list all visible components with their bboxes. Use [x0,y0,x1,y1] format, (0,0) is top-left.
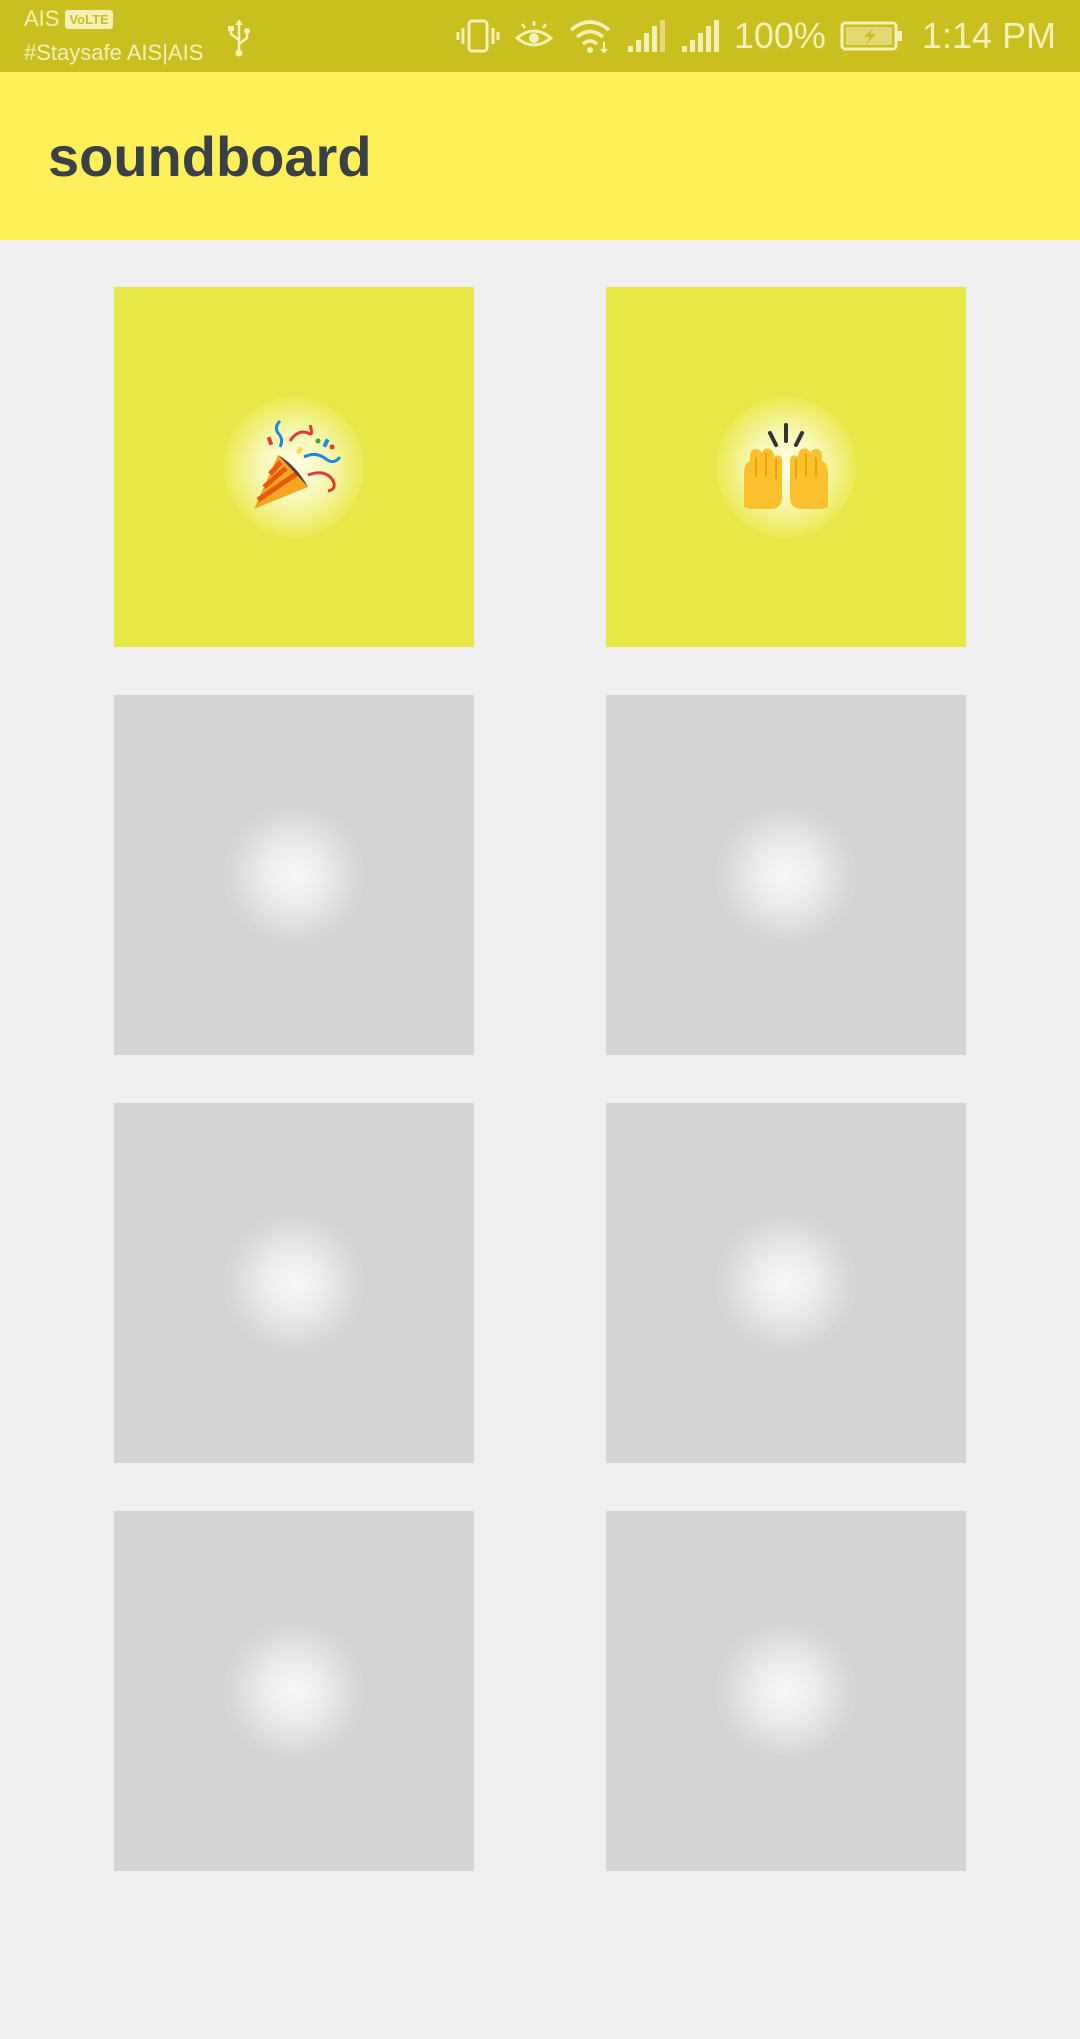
tile-glow [716,1621,856,1761]
usb-icon [226,18,252,58]
sound-tile-empty[interactable] [606,1511,966,1871]
vibrate-icon [456,18,500,54]
sound-tile-empty[interactable] [606,1103,966,1463]
app-title: soundboard [48,125,372,188]
wifi-icon [568,18,612,54]
party-popper-icon [244,417,344,517]
sound-tile-empty[interactable] [114,1511,474,1871]
signal-1-icon [626,18,666,54]
raising-hands-icon [736,417,836,517]
battery-percent: 100% [733,15,826,56]
app-bar: soundboard [0,72,1080,240]
tile-glow [224,805,364,945]
carrier-subtitle: #Staysafe AIS|AIS [24,40,204,65]
sound-tile-party-popper[interactable] [114,287,474,647]
sound-tile-empty[interactable] [114,695,474,1055]
tile-glow [716,1213,856,1353]
sound-tile-empty[interactable] [114,1103,474,1463]
carrier-name: AIS [24,6,60,31]
eye-comfort-icon [514,18,554,54]
carrier-info: AIS VoLTE #Staysafe AIS|AIS [24,6,203,64]
tile-glow [224,1621,364,1761]
battery-charging-icon [840,20,904,52]
status-bar: AIS VoLTE #Staysafe AIS|AIS 100% 1:14 PM [0,0,1080,72]
clock: 1:14 PM [921,15,1056,56]
sound-tile-raising-hands[interactable] [606,287,966,647]
signal-2-icon [680,18,720,54]
tile-glow [224,1213,364,1353]
volte-badge: VoLTE [65,9,113,29]
tile-glow [716,805,856,945]
sound-tile-empty[interactable] [606,695,966,1055]
